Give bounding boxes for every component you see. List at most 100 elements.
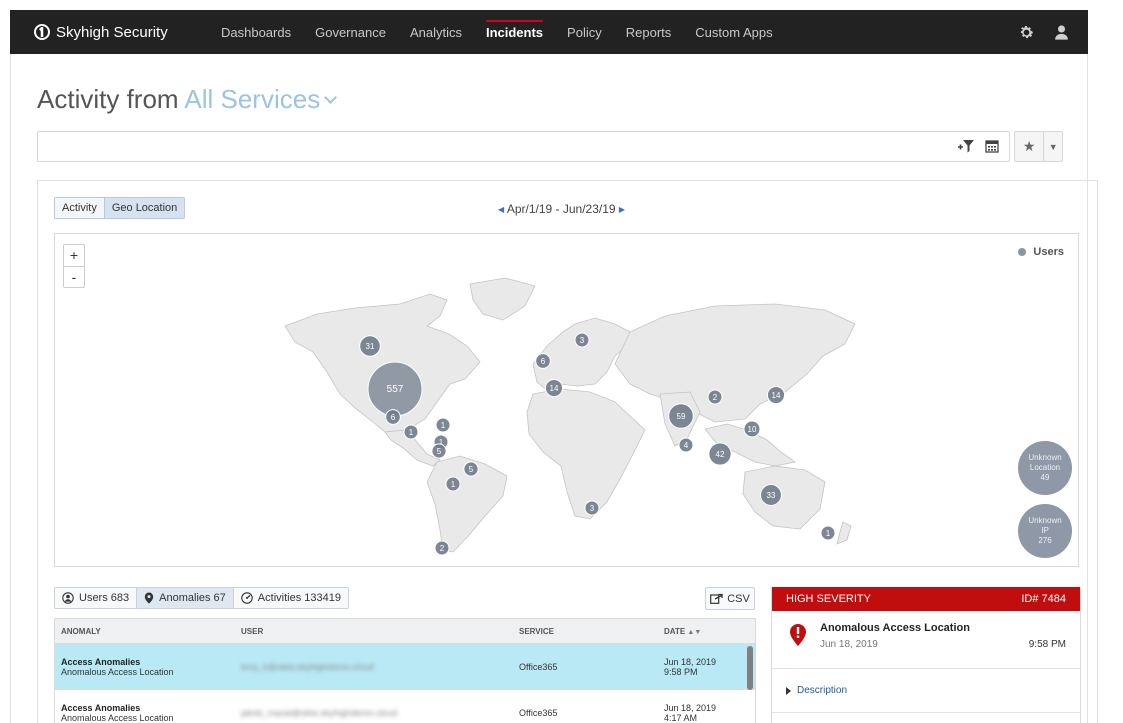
zoom-out-button[interactable]: -: [64, 266, 84, 287]
cluster-count: 3: [580, 336, 585, 345]
cluster-philippines[interactable]: 10: [743, 420, 761, 438]
tab-anomalies-label: Anomalies 67: [159, 592, 226, 604]
cluster-united-kingdom[interactable]: 6: [535, 353, 551, 369]
col-user[interactable]: USER: [235, 627, 513, 636]
caret-down-icon[interactable]: ▼: [1044, 142, 1062, 152]
filter-input[interactable]: [37, 131, 1010, 162]
export-icon: [710, 593, 723, 604]
cluster-colombia[interactable]: 5: [431, 443, 447, 459]
csv-export-button[interactable]: CSV: [705, 587, 755, 610]
africa-shape: [526, 388, 646, 520]
unknown-ip-bubble[interactable]: Unknown IP 276: [1018, 504, 1072, 558]
unknown-location-bubble[interactable]: Unknown Location 49: [1018, 441, 1072, 495]
cluster-australia[interactable]: 33: [760, 484, 782, 506]
top-nav: Skyhigh Security Dashboards Governance A…: [10, 10, 1088, 54]
prev-range-icon[interactable]: ◀: [498, 205, 504, 214]
cluster-central-america[interactable]: 1: [435, 417, 451, 433]
view-toggle-activity[interactable]: Activity: [55, 198, 104, 218]
cluster-united-states[interactable]: 557: [367, 361, 423, 417]
cluster-south-africa[interactable]: 3: [584, 500, 600, 516]
skyhigh-logo-icon: [34, 24, 50, 40]
row-anomaly-title: Access Anomalies: [61, 702, 141, 713]
cluster-count: 2: [713, 393, 718, 402]
row-time: 4:17 AM: [664, 712, 698, 723]
nav-policy[interactable]: Policy: [555, 10, 614, 54]
new-zealand-shape: [836, 521, 852, 545]
cluster-indonesia[interactable]: 42: [708, 442, 732, 466]
row-date: Jun 18, 2019: [664, 702, 717, 713]
cluster-count: 6: [391, 413, 396, 422]
unknown-location-line1: Unknown: [1028, 453, 1062, 462]
gear-icon[interactable]: [1018, 24, 1035, 41]
cluster-brazil[interactable]: 5: [463, 461, 479, 477]
row-service: Office365: [519, 707, 558, 718]
nav-governance[interactable]: Governance: [303, 10, 398, 54]
nav-custom-apps[interactable]: Custom Apps: [683, 10, 784, 54]
row-user: jakob_mazal@okta.skyhighdemo.cloud: [241, 707, 398, 718]
cluster-canada-west[interactable]: 31: [359, 335, 381, 357]
csv-label: CSV: [727, 592, 750, 605]
legend-label: Users: [1033, 246, 1064, 258]
nav-dashboards[interactable]: Dashboards: [209, 10, 303, 54]
cluster-scandinavia[interactable]: 3: [574, 332, 590, 348]
service-selector-label: All Services: [184, 84, 321, 114]
next-range-icon[interactable]: ▶: [619, 205, 625, 214]
cluster-japan[interactable]: 14: [766, 385, 786, 405]
cluster-count: 10: [748, 425, 757, 434]
cluster-count: 6: [541, 357, 546, 366]
star-icon[interactable]: ★: [1015, 132, 1045, 161]
table-scrollbar[interactable]: [747, 646, 753, 690]
cluster-us-south[interactable]: 6: [385, 409, 401, 425]
unknown-ip-line2: IP: [1041, 526, 1049, 535]
cluster-count: 1: [441, 421, 446, 430]
alert-pin-icon: [790, 624, 806, 646]
col-service[interactable]: SERVICE: [513, 627, 658, 636]
nav-reports[interactable]: Reports: [614, 10, 684, 54]
incident-summary[interactable]: Anomalous Access Location Jun 18, 2019 9…: [772, 611, 1080, 669]
cluster-count: 4: [684, 441, 689, 450]
nav-incidents[interactable]: Incidents: [474, 10, 555, 54]
cluster-china[interactable]: 2: [707, 389, 723, 405]
service-selector[interactable]: All Services: [184, 84, 338, 114]
add-filter-icon[interactable]: [957, 139, 975, 153]
brand-logo[interactable]: Skyhigh Security: [34, 24, 209, 41]
view-toggle-geo-location[interactable]: Geo Location: [103, 198, 185, 218]
cluster-count: 1: [826, 529, 831, 538]
description-toggle[interactable]: Description: [772, 669, 1080, 713]
cluster-mexico[interactable]: 1: [403, 424, 419, 440]
tab-anomalies[interactable]: Anomalies 67: [136, 588, 233, 608]
table-row[interactable]: Access Anomalies Anomalous Access Locatio…: [55, 644, 755, 690]
cluster-sri-lanka[interactable]: 4: [678, 437, 694, 453]
col-date-label: DATE: [664, 626, 686, 636]
chevron-down-icon: [324, 91, 338, 104]
tab-activities[interactable]: Activities 133419: [232, 588, 348, 608]
col-anomaly[interactable]: ANOMALY: [55, 627, 235, 636]
table-header: ANOMALY USER SERVICE DATE ▲▼: [55, 619, 755, 644]
col-date[interactable]: DATE ▲▼: [658, 627, 743, 636]
cluster-peru[interactable]: 1: [445, 476, 461, 492]
cluster-spain[interactable]: 14: [544, 378, 564, 398]
cluster-new-zealand[interactable]: 1: [820, 525, 836, 541]
zoom-controls: + -: [63, 244, 85, 288]
zoom-in-button[interactable]: +: [64, 245, 84, 266]
severity-label: HIGH SEVERITY: [786, 593, 871, 605]
table-row[interactable]: Access Anomalies Anomalous Access Locatio…: [55, 690, 755, 723]
cluster-count: 3: [590, 504, 595, 513]
user-icon[interactable]: [1053, 24, 1070, 41]
cluster-india[interactable]: 59: [668, 403, 694, 429]
incident-detail-panel: HIGH SEVERITY ID# 7484 Anomalous Access …: [771, 587, 1081, 723]
cluster-argentina[interactable]: 2: [434, 540, 450, 556]
favorites-button[interactable]: ★ ▼: [1014, 131, 1063, 162]
tab-users[interactable]: Users 683: [55, 588, 137, 608]
sort-icon[interactable]: ▲▼: [687, 629, 701, 636]
geo-map[interactable]: 557 31 6 1 1 1 5 5 1 2 3 6 3 14 59 4 2 14 42 10 33 1 + - User…: [54, 233, 1079, 567]
cluster-count: 5: [469, 465, 474, 474]
severity-header: HIGH SEVERITY ID# 7484: [772, 587, 1080, 611]
calendar-icon[interactable]: [985, 139, 999, 153]
row-anomaly-subtitle: Anomalous Access Location: [61, 712, 174, 723]
nav-analytics[interactable]: Analytics: [398, 10, 474, 54]
map-legend: Users: [1018, 246, 1064, 258]
cluster-count: 557: [387, 384, 404, 395]
unknown-ip-count: 276: [1038, 536, 1052, 545]
cluster-count: 42: [716, 450, 725, 459]
